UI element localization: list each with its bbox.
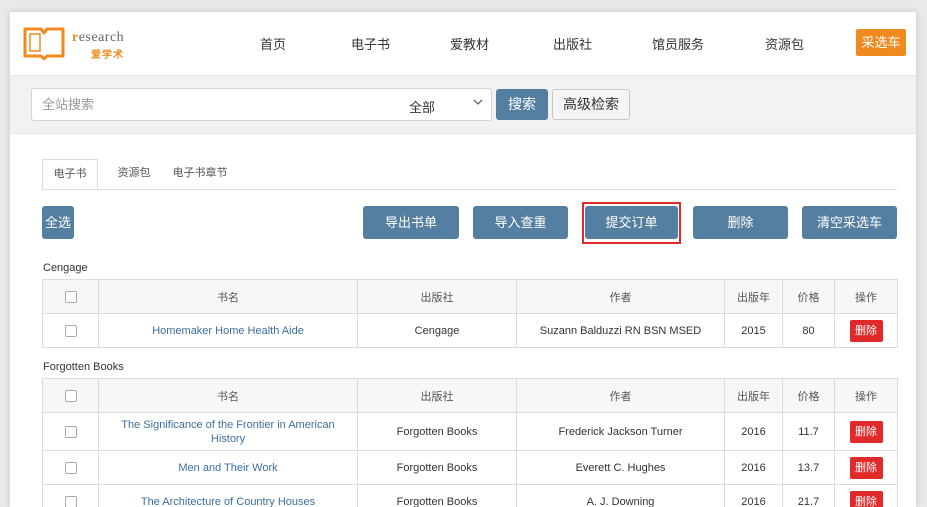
select-all-button[interactable]: 全选: [42, 206, 74, 239]
top-header: research 爱学术 首页 电子书 爱教材 出版社 馆员服务 资源包 采选车: [10, 12, 916, 76]
title-cell: Men and Their Work: [98, 450, 358, 485]
submit-order-highlight: [582, 202, 681, 244]
header-price: 价格: [782, 279, 835, 314]
search-button[interactable]: 搜索: [496, 89, 548, 120]
publisher-cell: Forgotten Books: [357, 412, 517, 451]
logo-subtitle: 爱学术: [91, 50, 124, 61]
row-delete-button[interactable]: 删除: [849, 456, 883, 479]
logo-wordmark-r: r: [72, 30, 79, 45]
table-row: The Architecture of Country Houses Forgo…: [42, 484, 898, 507]
group-label-cengage: Cengage: [43, 262, 88, 274]
table-header-row: 书名 出版社 作者 出版年 价格 操作: [42, 378, 898, 413]
header-checkbox-cell: [42, 279, 99, 314]
author-cell: A. J. Downing: [516, 484, 725, 507]
header-author: 作者: [516, 279, 725, 314]
header-author: 作者: [516, 378, 725, 413]
table-row: Men and Their Work Forgotten Books Evere…: [42, 450, 898, 485]
tab-ebooks[interactable]: 电子书: [42, 159, 98, 190]
book-title-link[interactable]: The Architecture of Country Houses: [141, 496, 315, 507]
title-cell: The Architecture of Country Houses: [98, 484, 358, 507]
table-row: The Significance of the Frontier in Amer…: [42, 412, 898, 451]
publisher-cell: Forgotten Books: [357, 484, 517, 507]
action-cell: 删除: [834, 313, 898, 348]
book-logo-icon: [23, 27, 65, 60]
header-checkbox-cell: [42, 378, 99, 413]
publisher-cell: Forgotten Books: [357, 450, 517, 485]
header-publisher: 出版社: [357, 378, 517, 413]
logo[interactable]: research 爱学术: [22, 24, 142, 64]
row-delete-button[interactable]: 删除: [849, 420, 883, 443]
price-cell: 80: [782, 313, 835, 348]
cart-button[interactable]: 采选车: [856, 29, 906, 56]
action-cell: 删除: [834, 412, 898, 451]
export-list-button[interactable]: 导出书单: [363, 206, 459, 239]
price-cell: 21.7: [782, 484, 835, 507]
row-delete-button[interactable]: 删除: [849, 319, 883, 342]
header-title: 书名: [98, 279, 358, 314]
row-delete-button[interactable]: 删除: [849, 490, 883, 507]
action-cell: 删除: [834, 484, 898, 507]
row-checkbox-cell: [42, 484, 99, 507]
header-action: 操作: [834, 279, 898, 314]
search-scope-select[interactable]: 全部: [409, 97, 435, 116]
title-cell: The Significance of the Frontier in Amer…: [98, 412, 358, 451]
nav-librarian-services[interactable]: 馆员服务: [652, 34, 704, 53]
chevron-down-icon[interactable]: [472, 96, 484, 108]
year-cell: 2016: [724, 450, 783, 485]
year-cell: 2015: [724, 313, 783, 348]
table-row: Homemaker Home Health Aide Cengage Suzan…: [42, 313, 898, 348]
action-cell: 删除: [834, 450, 898, 485]
header-year: 出版年: [724, 378, 783, 413]
nav-textbooks[interactable]: 爱教材: [450, 34, 489, 53]
tab-divider: [42, 189, 897, 190]
logo-wordmark: research: [72, 31, 124, 45]
nav-home[interactable]: 首页: [260, 34, 286, 53]
delete-button[interactable]: 删除: [693, 206, 788, 239]
row-checkbox-cell: [42, 313, 99, 348]
header-action: 操作: [834, 378, 898, 413]
row-checkbox[interactable]: [64, 495, 77, 507]
header-title: 书名: [98, 378, 358, 413]
title-cell: Homemaker Home Health Aide: [98, 313, 358, 348]
book-title-link[interactable]: The Significance of the Frontier in Amer…: [121, 419, 334, 445]
table-header-row: 书名 出版社 作者 出版年 价格 操作: [42, 279, 898, 314]
select-group-checkbox[interactable]: [64, 290, 77, 303]
row-checkbox[interactable]: [64, 324, 77, 337]
book-table-cengage: 书名 出版社 作者 出版年 价格 操作 Homemaker Home Healt…: [42, 279, 898, 348]
author-cell: Everett C. Hughes: [516, 450, 725, 485]
tab-ebook-chapters[interactable]: 电子书章节: [170, 159, 230, 190]
search-input[interactable]: [42, 97, 382, 112]
year-cell: 2016: [724, 412, 783, 451]
author-cell: Frederick Jackson Turner: [516, 412, 725, 451]
row-checkbox[interactable]: [64, 425, 77, 438]
import-check-button[interactable]: 导入查重: [473, 206, 568, 239]
search-box: 全部: [31, 88, 492, 121]
publisher-cell: Cengage: [357, 313, 517, 348]
header-year: 出版年: [724, 279, 783, 314]
row-checkbox-cell: [42, 412, 99, 451]
search-bar: 全部 搜索 高级检索: [10, 76, 916, 134]
row-checkbox[interactable]: [64, 461, 77, 474]
header-publisher: 出版社: [357, 279, 517, 314]
price-cell: 13.7: [782, 450, 835, 485]
book-table-forgotten-books: 书名 出版社 作者 出版年 价格 操作 The Significance of …: [42, 378, 898, 507]
book-title-link[interactable]: Homemaker Home Health Aide: [152, 325, 304, 337]
select-group-checkbox[interactable]: [64, 389, 77, 402]
group-label-forgotten-books: Forgotten Books: [43, 361, 124, 373]
book-title-link[interactable]: Men and Their Work: [178, 462, 277, 474]
nav-publishers[interactable]: 出版社: [553, 34, 592, 53]
nav-ebooks[interactable]: 电子书: [351, 34, 390, 53]
logo-wordmark-rest: esearch: [78, 30, 125, 45]
header-price: 价格: [782, 378, 835, 413]
row-checkbox-cell: [42, 450, 99, 485]
nav-resource-packs[interactable]: 资源包: [765, 34, 804, 53]
advanced-search-button[interactable]: 高级检索: [552, 89, 630, 120]
price-cell: 11.7: [782, 412, 835, 451]
year-cell: 2016: [724, 484, 783, 507]
tab-resource-packs[interactable]: 资源包: [114, 159, 154, 190]
author-cell: Suzann Balduzzi RN BSN MSED: [516, 313, 725, 348]
clear-cart-button[interactable]: 清空采选车: [802, 206, 897, 239]
app-window: research 爱学术 首页 电子书 爱教材 出版社 馆员服务 资源包 采选车…: [10, 12, 916, 507]
